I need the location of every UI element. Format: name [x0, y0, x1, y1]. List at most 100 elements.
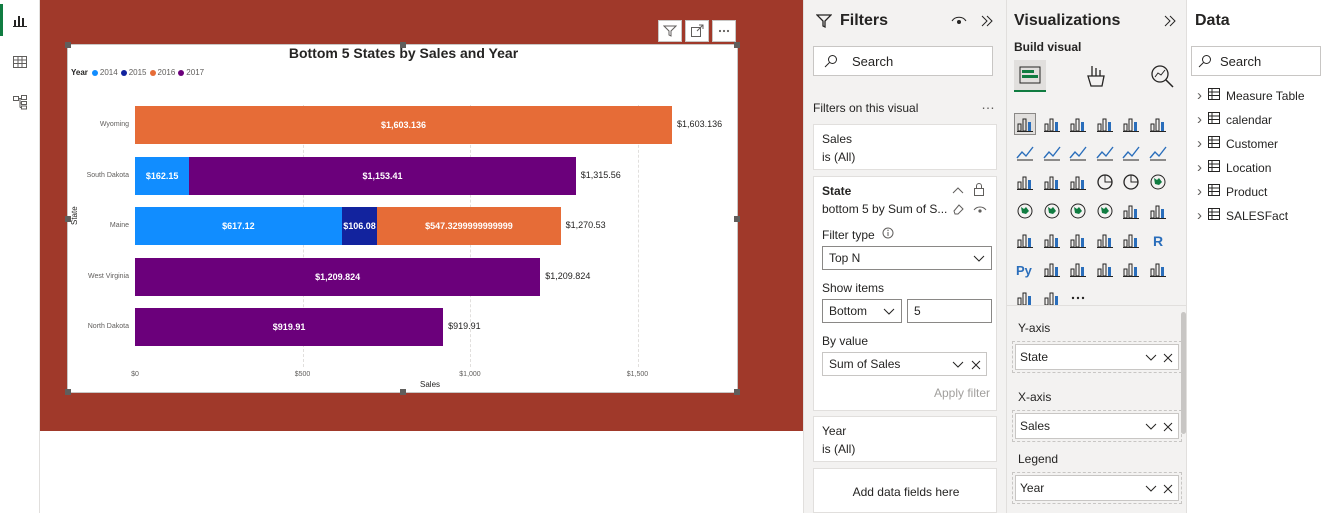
by-value-field-well[interactable]: Sum of Sales [822, 352, 987, 376]
qa-icon[interactable] [1094, 258, 1116, 280]
decomposition-tree-icon[interactable] [1067, 258, 1089, 280]
gauge-icon[interactable] [1120, 200, 1142, 222]
close-icon[interactable] [1163, 484, 1173, 494]
close-icon[interactable] [1163, 353, 1173, 363]
clustered-column-icon[interactable] [1094, 113, 1116, 135]
resize-handle[interactable] [734, 389, 740, 395]
x-axis-field-well[interactable]: Sales [1015, 413, 1179, 439]
filters-search-input[interactable]: Search [813, 46, 993, 76]
chevron-right-icon[interactable]: › [1197, 159, 1202, 176]
legend-item[interactable]: 2016 [149, 68, 175, 77]
data-table-item[interactable]: › Customer [1197, 135, 1278, 152]
legend-item[interactable]: 2015 [120, 68, 147, 77]
shape-map-icon[interactable] [1067, 200, 1089, 222]
eye-icon[interactable] [951, 14, 967, 28]
line-clustered-column-icon[interactable] [1120, 142, 1142, 164]
format-visual-icon[interactable] [1084, 64, 1108, 90]
filter-card-sales[interactable]: Sales is (All) [813, 124, 997, 170]
data-table-item[interactable]: › Measure Table [1197, 87, 1305, 104]
lock-icon[interactable] [973, 182, 985, 196]
collapse-pane-icon[interactable] [980, 14, 994, 28]
area-chart-icon[interactable] [1041, 142, 1063, 164]
report-view-icon[interactable] [6, 6, 34, 34]
chevron-right-icon[interactable]: › [1197, 111, 1202, 128]
multi-row-card-icon[interactable] [1014, 229, 1036, 251]
model-view-icon[interactable] [6, 88, 34, 116]
stacked-bar-icon[interactable] [1014, 113, 1036, 135]
card-icon[interactable] [1147, 200, 1169, 222]
table-icon[interactable] [1094, 229, 1116, 251]
python-visual-icon[interactable]: Py [1014, 258, 1036, 280]
eye-icon[interactable] [973, 205, 987, 215]
stacked-column-icon[interactable] [1041, 113, 1063, 135]
data-table-item[interactable]: › calendar [1197, 111, 1272, 128]
chevron-down-icon[interactable] [1145, 485, 1157, 493]
chevron-right-icon[interactable]: › [1197, 87, 1202, 104]
legend-field-well[interactable]: Year [1015, 475, 1179, 501]
line-chart-icon[interactable] [1014, 142, 1036, 164]
data-table-item[interactable]: › Product [1197, 183, 1267, 200]
matrix-icon[interactable] [1120, 229, 1142, 251]
bar-chart-visual[interactable]: Bottom 5 States by Sales and Year Year 2… [65, 42, 740, 395]
close-icon[interactable] [1163, 422, 1173, 432]
chevron-up-icon[interactable] [952, 185, 964, 195]
chevron-right-icon[interactable]: › [1197, 183, 1202, 200]
table-view-icon[interactable] [6, 48, 34, 76]
filled-map-icon[interactable] [1041, 200, 1063, 222]
chevron-right-icon[interactable]: › [1197, 135, 1202, 152]
map-icon[interactable] [1014, 200, 1036, 222]
bar-segment[interactable]: $919.91 [135, 308, 444, 346]
100-stacked-column-icon[interactable] [1147, 113, 1169, 135]
bar-segment[interactable]: $106.08 [341, 207, 378, 245]
filter-type-dropdown[interactable]: Top N [822, 246, 992, 270]
chevron-right-icon[interactable]: › [1197, 207, 1202, 224]
focus-mode-icon[interactable] [685, 20, 709, 42]
r-visual-icon[interactable]: R [1147, 229, 1169, 251]
donut-icon[interactable] [1120, 171, 1142, 193]
smart-narrative-icon[interactable] [1120, 258, 1142, 280]
analytics-icon[interactable] [1149, 63, 1175, 89]
stacked-area-icon[interactable] [1067, 142, 1089, 164]
bar-segment[interactable]: $1,209.824 [135, 257, 541, 296]
data-table-item[interactable]: › Location [1197, 159, 1271, 176]
build-visual-tab-icon[interactable] [1014, 60, 1046, 92]
filter-card-state[interactable]: State bottom 5 by Sum of S... Filter typ… [813, 176, 997, 411]
legend-item[interactable]: 2014 [91, 68, 118, 77]
clustered-bar-icon[interactable] [1067, 113, 1089, 135]
waterfall-icon[interactable] [1014, 171, 1036, 193]
resize-handle[interactable] [65, 389, 71, 395]
filter-card-year[interactable]: Year is (All) [813, 416, 997, 462]
100-stacked-bar-icon[interactable] [1120, 113, 1142, 135]
funnel-icon[interactable] [1041, 171, 1063, 193]
collapse-pane-icon[interactable] [1163, 14, 1177, 28]
data-table-item[interactable]: › SALESFact [1197, 207, 1288, 224]
data-search-input[interactable]: Search [1191, 46, 1321, 76]
goals-icon[interactable] [1147, 258, 1169, 280]
filter-icon[interactable] [658, 20, 682, 42]
more-options-icon[interactable] [712, 20, 736, 42]
show-items-direction-dropdown[interactable]: Bottom [822, 299, 902, 323]
legend-item[interactable]: 2017 [178, 68, 204, 77]
close-icon[interactable] [971, 360, 981, 370]
kpi-icon[interactable] [1041, 229, 1063, 251]
pie-icon[interactable] [1094, 171, 1116, 193]
bar-segment[interactable]: $1,603.136 [135, 106, 673, 144]
slicer-icon[interactable] [1067, 229, 1089, 251]
resize-handle[interactable] [400, 389, 406, 395]
key-influencers-icon[interactable] [1041, 258, 1063, 280]
ribbon-chart-icon[interactable] [1147, 142, 1169, 164]
chevron-down-icon[interactable] [1145, 423, 1157, 431]
show-items-count-input[interactable]: 5 [907, 299, 992, 323]
info-icon[interactable] [882, 227, 894, 239]
bar-segment[interactable]: $617.12 [135, 207, 342, 245]
scatter-icon[interactable] [1067, 171, 1089, 193]
y-axis-field-well[interactable]: State [1015, 344, 1179, 370]
resize-handle[interactable] [734, 216, 740, 222]
azure-map-icon[interactable] [1094, 200, 1116, 222]
bar-segment[interactable]: $547.3299999999999 [377, 207, 561, 245]
eraser-icon[interactable] [952, 203, 964, 215]
bar-segment[interactable]: $1,153.41 [189, 156, 576, 195]
chevron-down-icon[interactable] [952, 361, 964, 369]
chevron-down-icon[interactable] [1145, 354, 1157, 362]
line-column-icon[interactable] [1094, 142, 1116, 164]
